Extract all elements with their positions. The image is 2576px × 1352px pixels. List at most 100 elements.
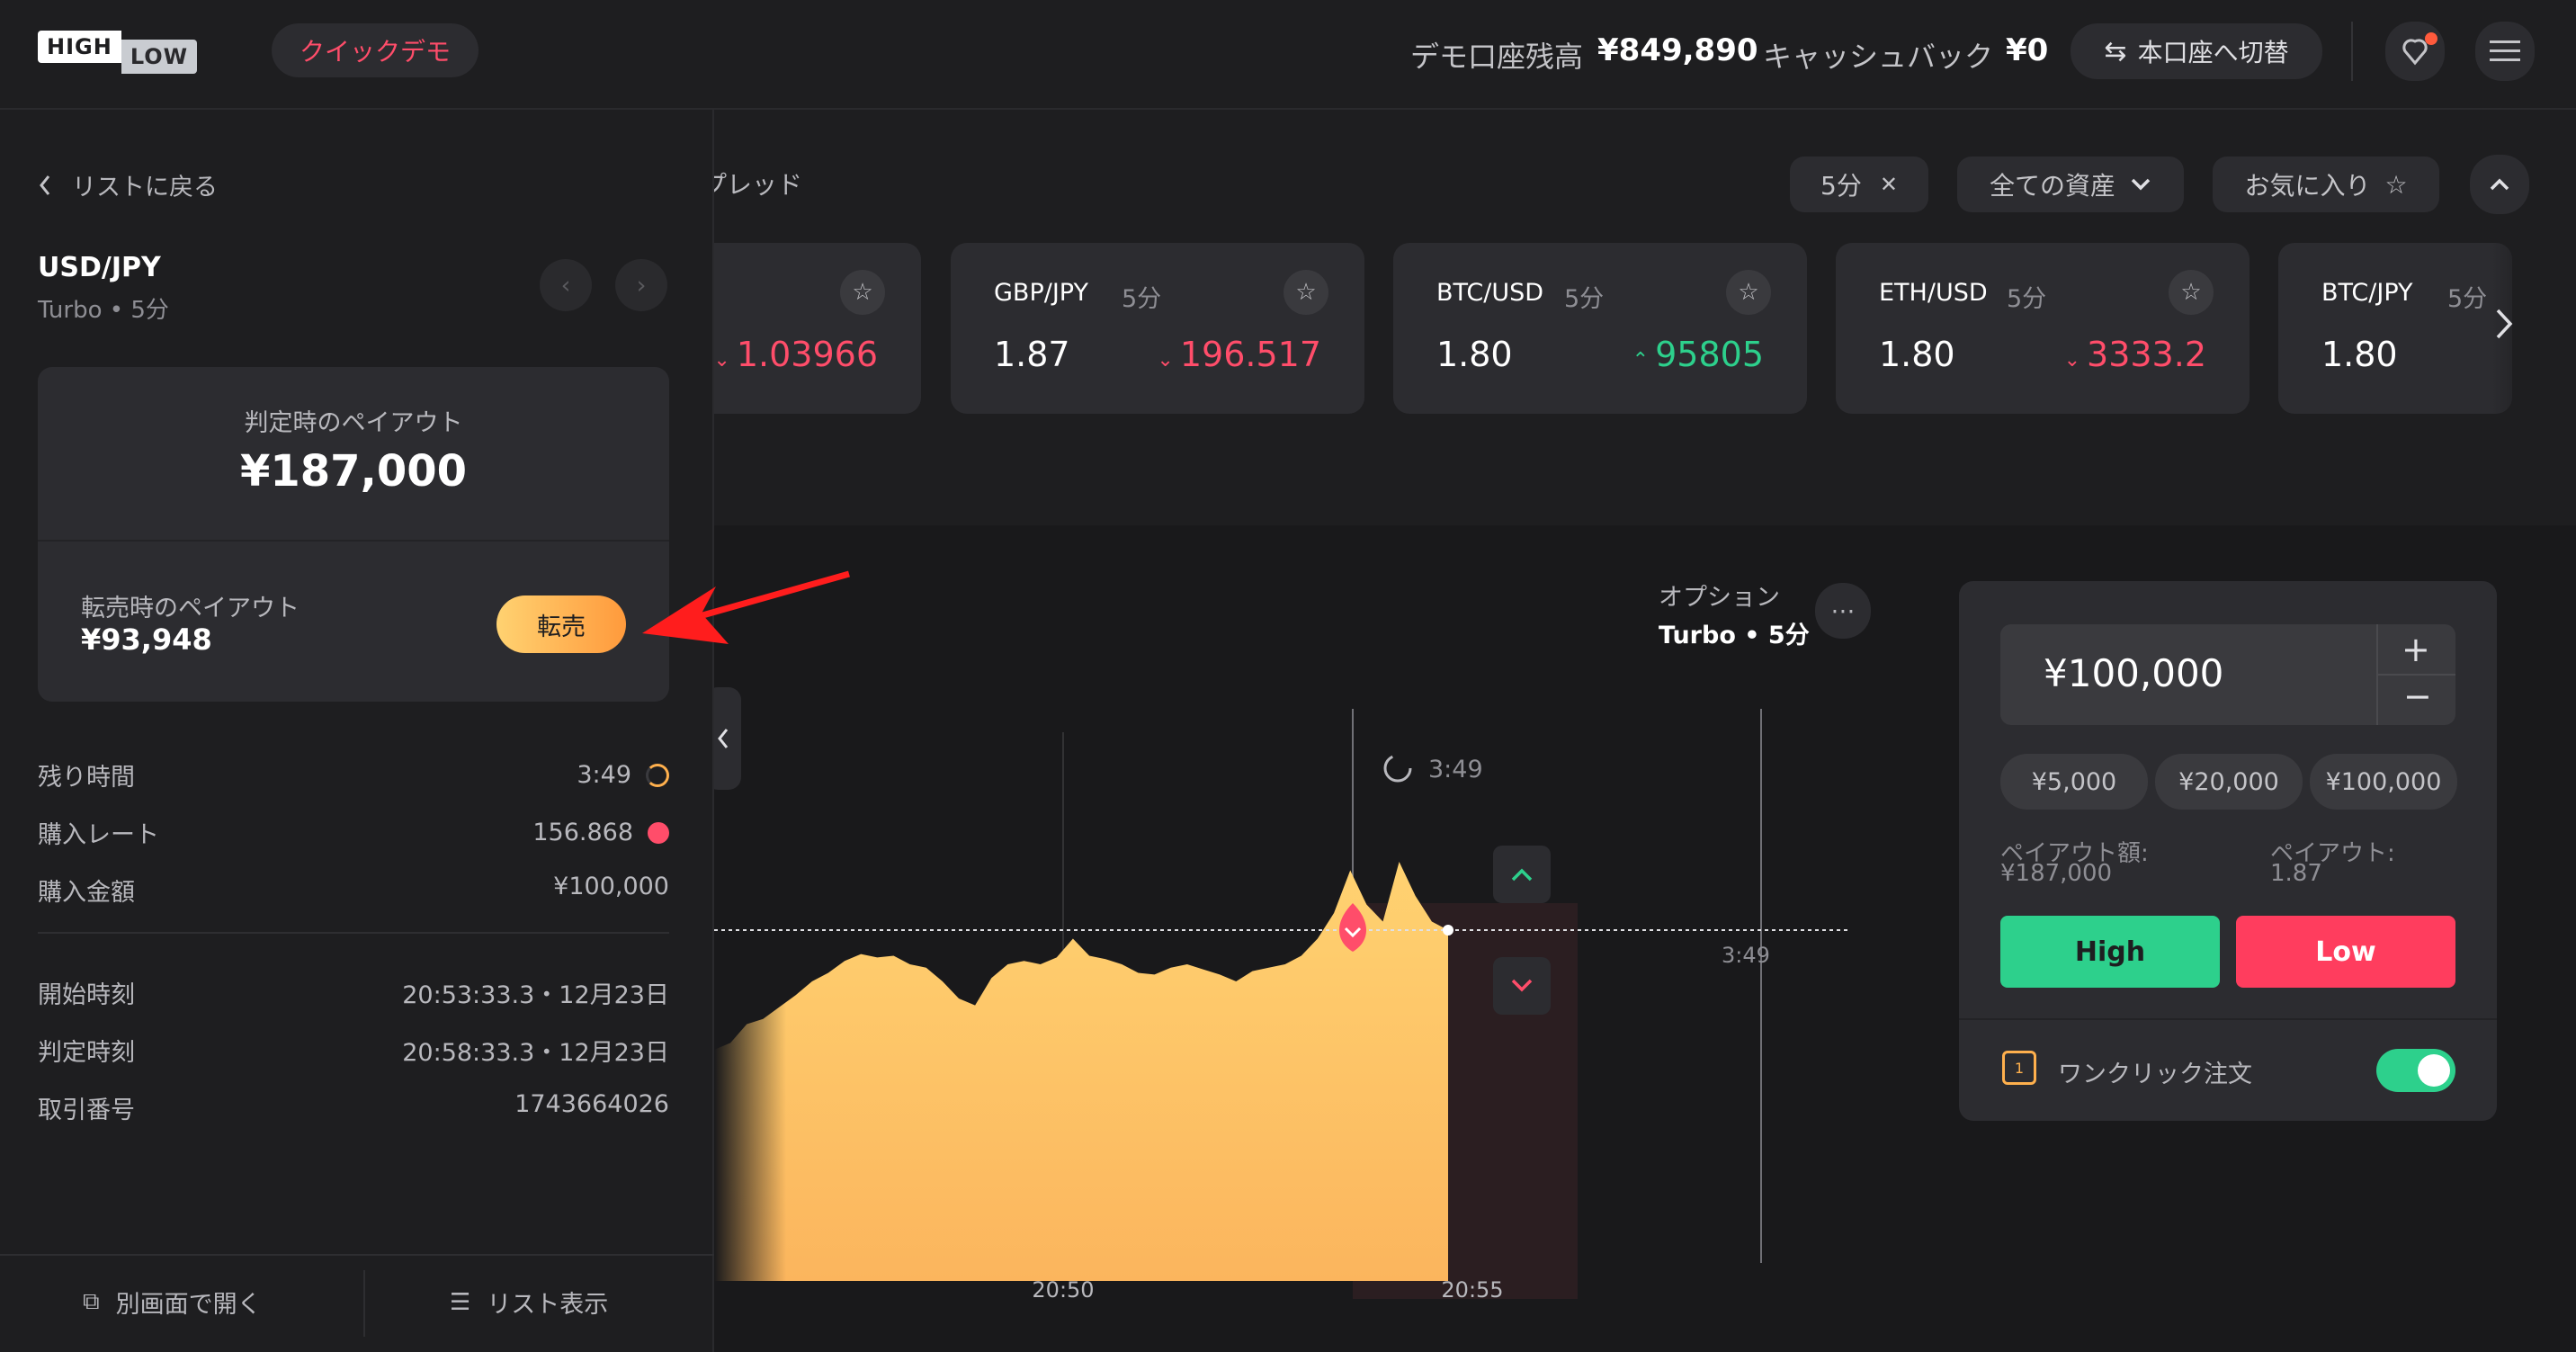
open-new-window-button[interactable]: ⧉ 別画面で開く (83, 1285, 262, 1320)
payout-at-expiry-value: ¥187,000 (239, 446, 468, 497)
duration-chip-label: 5分 (1820, 171, 1862, 201)
chart-low-button[interactable] (1493, 957, 1551, 1015)
annotation-arrow (642, 570, 850, 644)
amount-input[interactable]: ¥100,000 + − (2000, 624, 2455, 725)
time-label: 開始時刻 (38, 981, 135, 1009)
detail-value: 156.868 (532, 819, 633, 846)
current-price-dot (1443, 925, 1453, 936)
one-click-icon: 1 (2002, 1051, 2036, 1085)
detail-value: 3:49 (577, 761, 631, 789)
collapse-button[interactable] (2470, 155, 2529, 214)
detail-row: 購入金額 ¥100,000 (38, 873, 669, 908)
divider (2351, 22, 2353, 81)
option-sub: Turbo • 5分 (1659, 622, 1810, 649)
asset-name: ETH/USD (1879, 279, 1988, 307)
asset-period: 5分 (1564, 285, 1605, 313)
time-tick: 20:55 (1441, 1277, 1503, 1299)
assets-dropdown[interactable]: 全ての資産 (1957, 157, 2184, 212)
list-view-button[interactable]: ☰ リスト表示 (450, 1285, 608, 1320)
swap-icon: ⇆ (2104, 35, 2127, 67)
asset-card-2[interactable]: BTC/USD 5分 ☆ 1.80 ⌃ 95805 (1393, 243, 1807, 414)
asset-period: 5分 (1122, 285, 1162, 313)
next-trade-button[interactable]: › (615, 259, 667, 311)
duration-chip[interactable]: 5分 ✕ (1790, 157, 1928, 212)
time-value: 1743664026 (514, 1090, 669, 1118)
divider (2378, 674, 2455, 676)
switch-account-button[interactable]: ⇆ 本口座へ切替 (2071, 23, 2322, 79)
close-icon[interactable]: ✕ (1880, 172, 1898, 197)
resale-label: 転売時のペイアウト (81, 595, 300, 622)
detail-row: 購入レート 156.868 (38, 815, 669, 850)
high-button[interactable]: High (2000, 916, 2220, 988)
asset-payout: 1.87 (994, 335, 1070, 374)
prev-trade-button[interactable]: ‹ (540, 259, 592, 311)
option-label: オプション (1659, 584, 1780, 612)
open-new-label: 別画面で開く (115, 1291, 262, 1319)
pair-name: USD/JPY (38, 252, 161, 283)
asset-name: BTC/JPY (2321, 279, 2413, 307)
divider (0, 1254, 714, 1256)
one-click-label: ワンクリック注文 (2058, 1061, 2252, 1088)
one-click-toggle[interactable] (2376, 1049, 2455, 1092)
increase-button[interactable]: + (2402, 630, 2430, 669)
time-tick: 20:50 (1032, 1277, 1094, 1299)
chart-high-button[interactable] (1493, 846, 1551, 903)
payout-at-expiry-label: 判定時のペイアウト (244, 409, 463, 437)
time-label: 取引番号 (38, 1097, 135, 1124)
more-icon: ⋯ (1830, 596, 1856, 625)
asset-card-4[interactable]: BTC/JPY 5分 1.80 (2278, 243, 2512, 414)
notification-button[interactable] (2385, 22, 2445, 81)
arrow-down-icon: ⌄ (2063, 349, 2088, 372)
arrow-down-icon: ⌄ (1157, 349, 1180, 372)
back-to-list-link[interactable]: リストに戻る (38, 167, 218, 202)
payout-card: 判定時のペイアウト ¥187,000 転売時のペイアウト ¥93,948 転売 (38, 367, 669, 702)
asset-card-3[interactable]: ETH/USD 5分 ☆ 1.80 ⌄ 3333.2 (1836, 243, 2250, 414)
asset-rate: ⌄ 1.03966 (713, 335, 878, 374)
asset-payout: 1.80 (1879, 335, 1955, 374)
cashback-value: ¥0 (2006, 32, 2049, 68)
time-row: 判定時刻 20:58:33.3・12月23日 (38, 1033, 669, 1068)
preset-amount-button[interactable]: ¥5,000 (2000, 754, 2148, 810)
time-value: 20:58:33.3・12月23日 (402, 1039, 669, 1067)
preset-amount-button[interactable]: ¥100,000 (2310, 754, 2457, 810)
chevron-up-icon (2490, 178, 2509, 191)
timer-icon (646, 763, 669, 787)
time-label: 判定時刻 (38, 1039, 135, 1067)
cashback-label: キャッシュバック (1763, 40, 1994, 74)
chevron-right-icon (2496, 309, 2513, 339)
chevron-left-icon (718, 729, 729, 748)
preset-amount-button[interactable]: ¥20,000 (2155, 754, 2303, 810)
favorites-label: お気に入り (2244, 171, 2371, 201)
resale-button[interactable]: 転売 (496, 595, 626, 653)
detail-value: ¥100,000 (553, 873, 669, 900)
chevron-down-icon (2131, 178, 2151, 191)
star-icon[interactable]: ☆ (1284, 270, 1328, 315)
star-icon[interactable]: ☆ (1726, 270, 1771, 315)
decrease-button[interactable]: − (2403, 676, 2432, 716)
menu-button[interactable] (2475, 22, 2535, 81)
amount-value: ¥100,000 (2044, 651, 2224, 695)
chevron-left-icon (40, 175, 50, 195)
cards-next-button[interactable] (2493, 306, 2515, 345)
asset-payout: 1.80 (1436, 335, 1513, 374)
asset-rate: ⌄ 3333.2 (2063, 335, 2206, 374)
demo-badge[interactable]: クイックデモ (272, 23, 479, 77)
star-icon[interactable]: ☆ (2169, 270, 2214, 315)
divider (38, 932, 669, 934)
arrow-up-icon: ⌃ (1632, 349, 1656, 372)
balance-value: ¥849,890 (1597, 32, 1758, 68)
divider (363, 1270, 365, 1337)
more-options-button[interactable]: ⋯ (1815, 583, 1871, 639)
chevron-left-icon: ‹ (560, 271, 571, 300)
logo[interactable]: HIGH LOW (38, 31, 198, 74)
favorites-filter[interactable]: お気に入り ☆ (2213, 157, 2439, 212)
switch-account-label: 本口座へ切替 (2137, 38, 2289, 67)
star-icon[interactable]: ☆ (840, 270, 885, 315)
assets-dropdown-label: 全ての資産 (1989, 171, 2115, 201)
asset-payout: 1.80 (2321, 335, 2398, 374)
pair-sub: Turbo • 5分 (38, 297, 169, 324)
section-title: プレッド (702, 170, 803, 200)
asset-card-1[interactable]: GBP/JPY 5分 ☆ 1.87 ⌄ 196.517 (951, 243, 1364, 414)
trade-panel: ¥100,000 + − ¥5,000 ¥20,000 ¥100,000 ペイア… (1959, 581, 2497, 1121)
low-button[interactable]: Low (2236, 916, 2455, 988)
